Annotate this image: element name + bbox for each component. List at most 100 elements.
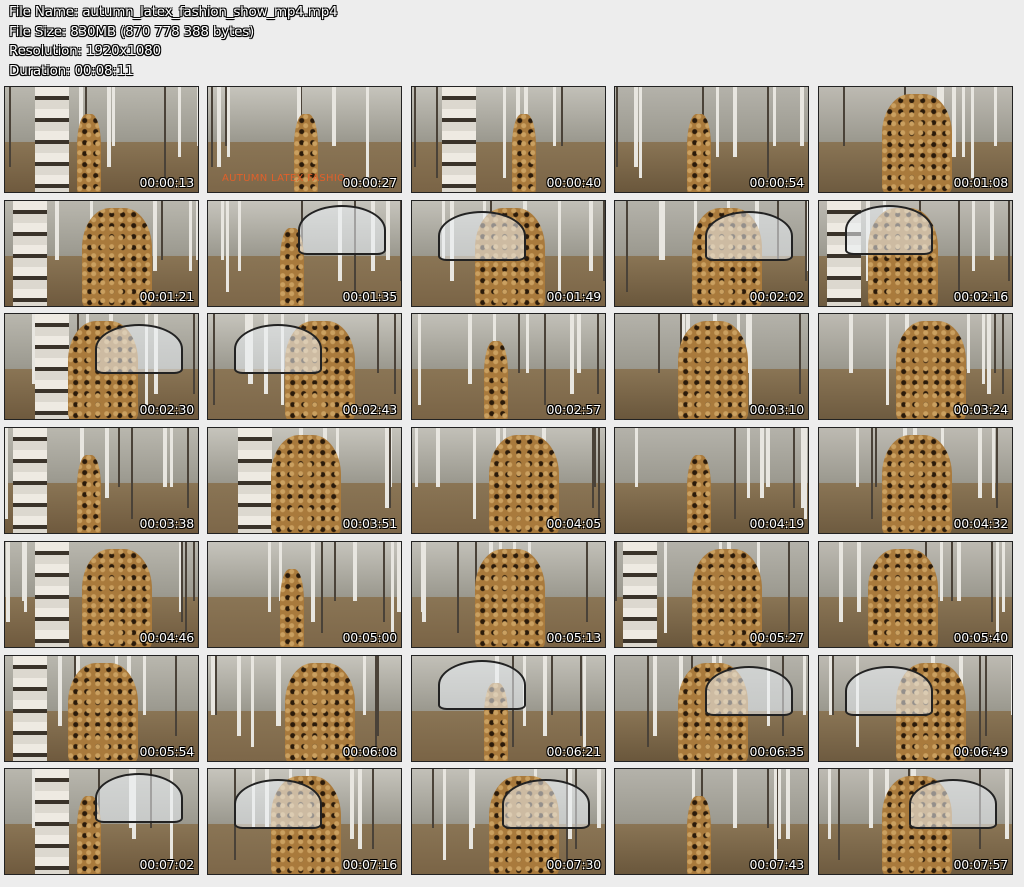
tree-trunk — [957, 542, 961, 601]
tree-trunk — [658, 314, 660, 373]
thumbnail-timestamp: 00:07:30 — [546, 857, 601, 872]
tree-trunk — [856, 428, 859, 487]
tree-trunk — [197, 87, 198, 146]
tree-trunk — [143, 656, 146, 715]
video-thumbnail: 00:03:51 — [207, 427, 402, 534]
tree-trunk — [570, 314, 574, 394]
tree-trunk — [193, 542, 195, 601]
video-thumbnail: 00:06:08 — [207, 655, 402, 762]
tree-trunk — [749, 314, 752, 405]
tree-trunk — [473, 428, 476, 519]
tree-trunk — [799, 314, 801, 394]
tree-trunk — [443, 769, 446, 860]
tree-trunk — [383, 542, 385, 622]
tree-trunk — [635, 428, 638, 487]
tree-trunk — [996, 428, 998, 508]
tree-trunk — [647, 656, 649, 747]
tree-trunk — [189, 201, 192, 271]
thumbnail-timestamp: 00:03:24 — [953, 402, 1008, 417]
tree-trunk — [472, 769, 475, 828]
model-figure — [687, 455, 711, 533]
video-title-overlay: AUTUMN LATEX FASHIO — [222, 173, 346, 184]
tree-trunk — [163, 428, 167, 487]
tree-trunk — [807, 201, 808, 271]
video-thumbnail: 00:00:40 — [411, 86, 606, 193]
video-thumbnail: 00:01:21 — [4, 200, 199, 307]
thumbnail-timestamp: 00:01:49 — [546, 289, 601, 304]
tree-trunk — [161, 201, 163, 260]
umbrella — [845, 666, 933, 716]
tree-trunk — [778, 769, 781, 839]
umbrella — [95, 773, 183, 823]
thumbnail-timestamp: 00:07:02 — [139, 857, 194, 872]
tree-trunk — [967, 314, 970, 373]
video-thumbnail: 00:02:30 — [4, 313, 199, 420]
thumbnail-timestamp: 00:07:16 — [342, 857, 397, 872]
tree-trunk — [987, 314, 991, 394]
tree-trunk — [843, 87, 845, 146]
umbrella — [438, 660, 526, 710]
model-figure — [77, 455, 101, 533]
tree-trunk — [391, 542, 394, 633]
umbrella — [845, 205, 933, 255]
large-birch-trunk — [35, 769, 69, 874]
tree-trunk — [358, 769, 362, 849]
video-thumbnail: 00:03:24 — [818, 313, 1013, 420]
tree-trunk — [118, 428, 120, 487]
tree-trunk — [526, 314, 529, 373]
video-thumbnail: 00:04:32 — [818, 427, 1013, 534]
tree-trunk — [400, 201, 401, 281]
thumbnail-timestamp: 00:06:21 — [546, 744, 601, 759]
tree-trunk — [112, 87, 115, 146]
tree-trunk — [951, 542, 953, 601]
tree-trunk — [972, 201, 975, 271]
umbrella — [234, 324, 322, 374]
model-figure — [68, 663, 138, 761]
thumbnail-timestamp: 00:02:30 — [139, 402, 194, 417]
thumbnail-timestamp: 00:07:43 — [749, 857, 804, 872]
tree-trunk — [187, 428, 189, 508]
model-figure — [77, 114, 101, 192]
thumbnail-timestamp: 00:03:38 — [139, 516, 194, 531]
tree-trunk — [857, 542, 861, 612]
video-thumbnail: 00:04:19 — [614, 427, 809, 534]
tree-trunk — [432, 769, 434, 828]
tree-trunk — [332, 87, 336, 146]
model-figure — [868, 549, 938, 647]
video-thumbnail: 00:06:35 — [614, 655, 809, 762]
umbrella — [438, 211, 526, 261]
tree-trunk — [577, 314, 581, 373]
tree-trunk — [544, 314, 546, 405]
tree-trunk — [105, 428, 109, 498]
thumbnail-timestamp: 00:05:40 — [953, 630, 1008, 645]
thumbnail-timestamp: 00:01:35 — [342, 289, 397, 304]
tree-trunk — [211, 656, 215, 715]
tree-trunk — [107, 87, 111, 167]
tree-trunk — [659, 201, 663, 260]
duration-label: Duration: 00:08:11 — [9, 62, 134, 79]
video-thumbnail: 00:07:02 — [4, 768, 199, 875]
tree-trunk — [543, 656, 547, 715]
tree-trunk — [803, 656, 806, 715]
tree-trunk — [639, 87, 642, 178]
tree-trunk — [747, 428, 750, 498]
large-birch-trunk — [13, 656, 47, 761]
tree-trunk — [979, 656, 981, 747]
thumbnail-timestamp: 00:00:54 — [749, 175, 804, 190]
tree-trunk — [366, 87, 369, 178]
thumbnail-timestamp: 00:05:00 — [342, 630, 397, 645]
thumbnail-timestamp: 00:00:27 — [342, 175, 397, 190]
tree-trunk — [734, 428, 736, 519]
tree-trunk — [800, 87, 804, 146]
tree-trunk — [9, 87, 11, 167]
tree-trunk — [978, 428, 982, 498]
large-birch-trunk — [623, 542, 657, 647]
model-figure — [687, 114, 711, 192]
large-birch-trunk — [13, 428, 47, 533]
tree-trunk — [994, 87, 997, 146]
thumbnail-timestamp: 00:05:54 — [139, 744, 194, 759]
tree-trunk — [733, 87, 737, 157]
tree-trunk — [551, 656, 553, 715]
large-birch-trunk — [35, 542, 69, 647]
video-thumbnail: 00:03:10 — [614, 313, 809, 420]
